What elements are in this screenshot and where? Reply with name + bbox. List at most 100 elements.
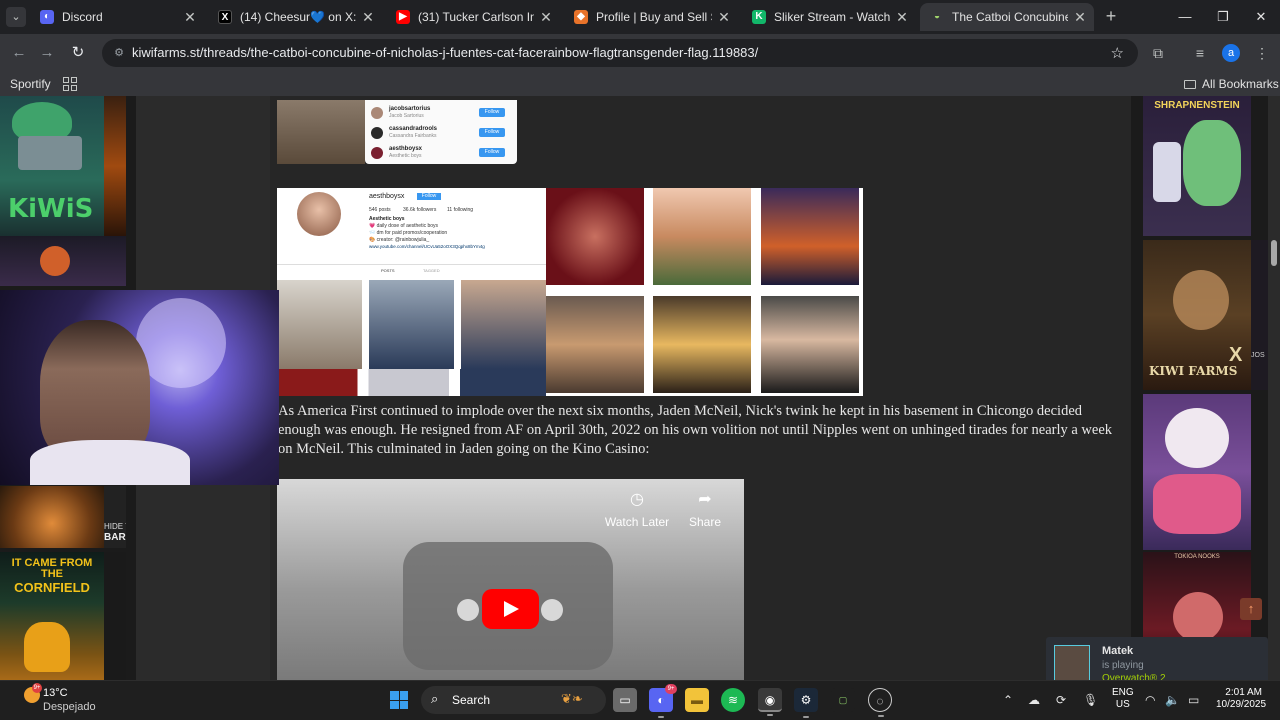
url-text[interactable]: kiwifarms.st/threads/the-catboi-concubin… bbox=[132, 39, 758, 67]
green-face-art bbox=[1183, 120, 1241, 206]
follow-button: Follow bbox=[479, 108, 505, 117]
follow-row: cassandradrools Cassandra Fairbanks Foll… bbox=[371, 126, 511, 140]
browser-toolbar: ← → ↻ ⚙ kiwifarms.st/threads/the-catboi-… bbox=[0, 34, 1280, 72]
close-icon[interactable]: ✕ bbox=[360, 3, 376, 31]
instagram-profile-image[interactable]: aesthboysx Follow 546 posts 36.6k follow… bbox=[277, 188, 546, 369]
close-icon[interactable]: ✕ bbox=[894, 3, 910, 31]
bookmark-sportify[interactable]: Sportify bbox=[10, 72, 51, 96]
follow-name: cassandradrools bbox=[389, 126, 438, 132]
taskbar-search[interactable]: ⌕ Search ❦❧ bbox=[421, 686, 606, 714]
cloud-icon[interactable]: ☁ bbox=[1028, 693, 1040, 707]
overwatch-icon[interactable]: ◌ bbox=[868, 688, 892, 717]
site-info-icon[interactable]: ⚙ bbox=[112, 46, 126, 60]
photo-grid-image[interactable] bbox=[546, 188, 863, 396]
extensions-icon[interactable]: ⧉ bbox=[1148, 43, 1168, 63]
search-icon: ⌕ bbox=[431, 691, 439, 706]
new-tab-button[interactable]: + bbox=[1100, 5, 1122, 27]
media-icon[interactable]: ≡ bbox=[1190, 43, 1210, 63]
battery-icon[interactable]: ▭ bbox=[1188, 693, 1199, 707]
tab-skins[interactable]: ◆ Profile | Buy and Sell Skins ✕ bbox=[564, 3, 738, 31]
address-bar[interactable]: ⚙ kiwifarms.st/threads/the-catboi-concub… bbox=[102, 39, 1138, 67]
file-explorer-icon[interactable]: ▬ bbox=[685, 688, 709, 712]
app-icon[interactable]: ▢ bbox=[831, 688, 855, 712]
discord-taskbar-icon[interactable]: ◐ 9+ bbox=[649, 684, 677, 718]
youtube-icon: ▶ bbox=[396, 10, 410, 24]
cartoon-body-art bbox=[1153, 474, 1241, 534]
follow-suggestions-image[interactable]: jacobsartorius Jacob Sartorius Follow ca… bbox=[365, 100, 517, 164]
close-icon[interactable]: ✕ bbox=[538, 3, 554, 31]
clock-time: 2:01 AM bbox=[1225, 687, 1262, 698]
apps-grid-icon[interactable] bbox=[63, 77, 77, 91]
tab-discord[interactable]: ◐ Discord ✕ bbox=[30, 3, 204, 31]
discord-icon: ◐ bbox=[40, 10, 54, 24]
clock[interactable]: 2:01 AM 10/29/2025 bbox=[1216, 687, 1267, 711]
divider bbox=[277, 264, 546, 265]
youtube-play-button[interactable] bbox=[482, 589, 539, 629]
cornfield-figure-art bbox=[24, 622, 70, 672]
close-window-button[interactable]: ✕ bbox=[1242, 0, 1280, 34]
lang-region: US bbox=[1115, 699, 1130, 710]
photo-cell bbox=[653, 296, 751, 393]
forward-button[interactable]: → bbox=[36, 42, 58, 64]
reload-button[interactable]: ↻ bbox=[67, 42, 89, 64]
post-image-partial[interactable] bbox=[277, 100, 365, 164]
streamer-figure-art bbox=[40, 320, 150, 460]
maximize-button[interactable]: ❐ bbox=[1204, 0, 1242, 34]
scrollbar-thumb[interactable] bbox=[1271, 240, 1277, 266]
photo-cell bbox=[761, 188, 859, 285]
tab-kiwifarms-active[interactable]: ◒ The Catboi Concubine of N ✕ bbox=[920, 3, 1094, 31]
profile-avatar[interactable]: a bbox=[1222, 44, 1240, 62]
profile-avatar-art bbox=[297, 192, 341, 236]
clock-date: 10/29/2025 bbox=[1216, 699, 1267, 710]
language-indicator[interactable]: ENG US bbox=[1112, 687, 1134, 711]
bookmark-star-icon[interactable]: ☆ bbox=[1111, 44, 1124, 62]
pumpkin-art-tile bbox=[104, 96, 126, 236]
scroll-to-top-button[interactable]: ↑ bbox=[1240, 598, 1262, 620]
tab-search-button[interactable]: ⌄ bbox=[6, 7, 26, 27]
follow-row: jacobsartorius Jacob Sartorius Follow bbox=[371, 106, 511, 120]
youtube-embed[interactable]: ◷ Watch Later ➦ Share bbox=[277, 479, 744, 680]
task-view-icon[interactable]: ▭ bbox=[613, 688, 637, 712]
profile-followers: 36.6k followers bbox=[403, 207, 437, 213]
tab-sliker[interactable]: K Sliker Stream - Watch Live ✕ bbox=[742, 3, 916, 31]
back-button[interactable]: ← bbox=[8, 42, 30, 64]
close-icon[interactable]: ✕ bbox=[1072, 3, 1088, 31]
windows-start-icon[interactable] bbox=[390, 691, 408, 709]
sync-icon[interactable]: ⟳ bbox=[1056, 693, 1066, 707]
tab-youtube[interactable]: ▶ (31) Tucker Carlson Intervi ✕ bbox=[386, 3, 560, 31]
tab-title: Profile | Buy and Sell Skins bbox=[596, 10, 712, 24]
follow-button: Follow bbox=[479, 148, 505, 157]
webcam-overlay bbox=[0, 290, 279, 485]
steam-icon[interactable]: ⚙ bbox=[794, 688, 818, 718]
discord-badge: 9+ bbox=[665, 684, 677, 694]
avatar bbox=[371, 147, 383, 159]
clock-icon: ◷ bbox=[630, 491, 644, 508]
wifi-icon[interactable]: ◠ bbox=[1145, 693, 1155, 707]
minimize-button[interactable]: — bbox=[1166, 0, 1204, 34]
browser-window: ⌄ ◐ Discord ✕ X (14) Cheesur💙 on X: "@N … bbox=[0, 0, 1280, 720]
placeholder-dot bbox=[541, 599, 563, 621]
spotify-icon[interactable]: ≋ bbox=[721, 688, 745, 712]
friend-name: Matek bbox=[1102, 645, 1134, 657]
tray-chevron-icon[interactable]: ⌃ bbox=[1003, 693, 1013, 707]
friend-status: is playing bbox=[1102, 660, 1144, 671]
menu-icon[interactable]: ⋮ bbox=[1252, 43, 1272, 63]
volume-icon[interactable]: 🔈 bbox=[1165, 693, 1180, 707]
kiwifarms-art-tile: KIWI FARMS X bbox=[1143, 240, 1251, 390]
close-icon[interactable]: ✕ bbox=[716, 3, 732, 31]
scrollbar[interactable] bbox=[1268, 96, 1280, 680]
profile-posts: 546 posts bbox=[369, 207, 391, 213]
close-icon[interactable]: ✕ bbox=[182, 3, 198, 31]
tab-x[interactable]: X (14) Cheesur💙 on X: "@N ✕ bbox=[208, 3, 382, 31]
microphone-icon[interactable]: 🎙 bbox=[1083, 693, 1098, 707]
profile-grid-photo bbox=[277, 280, 362, 369]
chrome-icon[interactable]: ◉ bbox=[758, 688, 782, 716]
profile-link: www.youtube.com/channel/UCvUa52oOX3Qqphx… bbox=[369, 244, 485, 249]
keyboard-art bbox=[18, 136, 82, 170]
figure-art bbox=[1153, 142, 1181, 202]
all-bookmarks[interactable]: All Bookmarks bbox=[1184, 72, 1279, 96]
cornfield-art-text-1: IT CAME FROM THE bbox=[11, 557, 93, 580]
creature-art bbox=[40, 246, 70, 276]
share-button[interactable]: ➦ Share bbox=[665, 491, 744, 529]
horror-figure-art bbox=[1173, 592, 1223, 642]
